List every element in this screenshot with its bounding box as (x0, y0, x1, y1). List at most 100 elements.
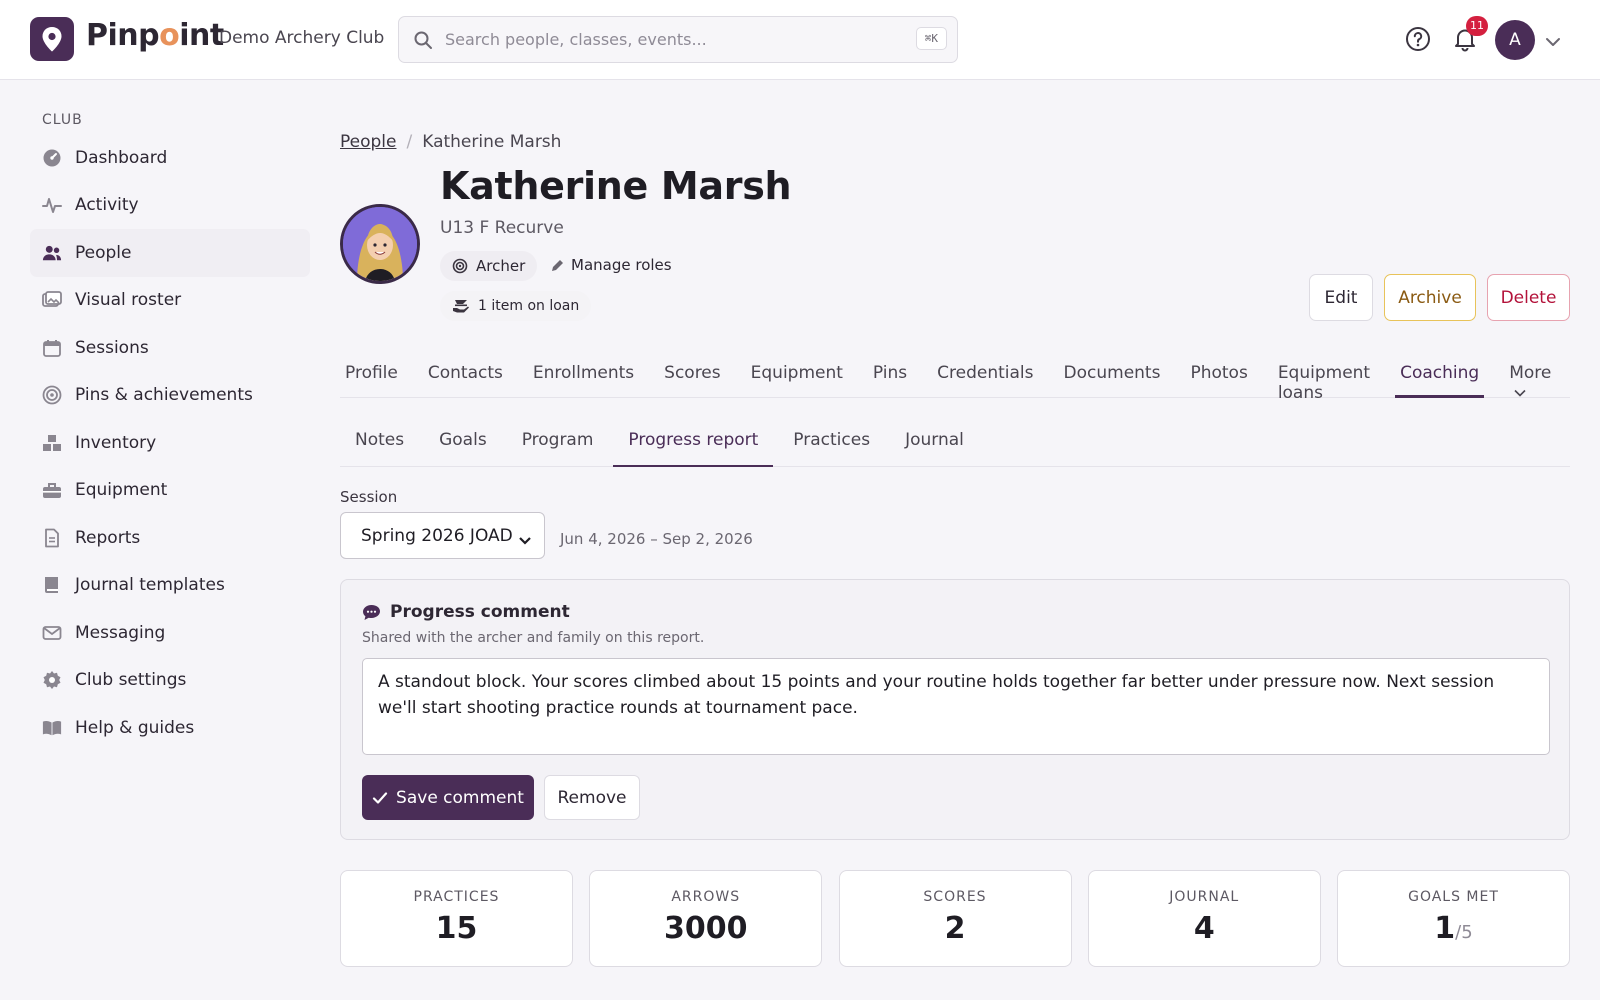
profile-tabs: Profile Contacts Enrollments Scores Equi… (340, 352, 1570, 403)
sidebar-item-inventory[interactable]: Inventory (30, 419, 310, 467)
sidebar-item-journal-templates[interactable]: Journal templates (30, 562, 310, 610)
sidebar-item-label: People (75, 242, 132, 263)
chevron-down-icon (1513, 383, 1527, 403)
equipment-loan-chip[interactable]: 1 item on loan (440, 291, 592, 321)
subtab-progress-report[interactable]: Progress report (613, 418, 774, 467)
club-name[interactable]: Demo Archery Club (219, 28, 384, 48)
delete-button[interactable]: Delete (1487, 274, 1570, 321)
sidebar-item-messaging[interactable]: Messaging (30, 609, 310, 657)
chevron-down-icon (518, 531, 532, 551)
session-label: Session (340, 488, 398, 506)
mail-icon (42, 623, 62, 643)
user-avatar[interactable]: A (1495, 20, 1535, 60)
sidebar-item-label: Help & guides (75, 717, 195, 738)
stat-value: 3000 (664, 911, 748, 946)
tab-photos[interactable]: Photos (1185, 352, 1252, 398)
comment-title: Progress comment (362, 602, 570, 622)
sidebar-item-reports[interactable]: Reports (30, 514, 310, 562)
stat-card-scores[interactable]: SCORES 2 (838, 870, 1072, 967)
role-chip-label: Archer (476, 257, 526, 275)
sidebar-item-label: Journal templates (75, 575, 225, 596)
inventory-icon (42, 433, 62, 453)
role-chip-archer[interactable]: Archer (440, 251, 538, 281)
stat-card-arrows[interactable]: ARROWS 3000 (589, 870, 823, 967)
comment-title-label: Progress comment (390, 602, 570, 622)
tab-credentials[interactable]: Credentials (932, 352, 1038, 398)
sidebar-item-sessions[interactable]: Sessions (30, 324, 310, 372)
help-icon[interactable] (1405, 26, 1431, 56)
tab-more-label: More (1509, 363, 1552, 383)
breadcrumb-people-link[interactable]: People (340, 132, 396, 152)
subtab-practices[interactable]: Practices (778, 418, 885, 467)
session-dates: Jun 4, 2026 – Sep 2, 2026 (560, 530, 753, 548)
subtab-goals[interactable]: Goals (424, 418, 502, 467)
tab-more[interactable]: More (1504, 352, 1556, 398)
pencil-icon (552, 259, 563, 271)
tab-profile[interactable]: Profile (340, 352, 403, 398)
loan-chip-label: 1 item on loan (478, 298, 580, 314)
sidebar-section-title: CLUB (42, 112, 83, 128)
sidebar-item-label: Inventory (75, 432, 157, 453)
stat-label: ARROWS (671, 889, 741, 905)
sidebar-item-pins-achievements[interactable]: Pins & achievements (30, 372, 310, 420)
stat-card-practices[interactable]: PRACTICES 15 (340, 870, 573, 967)
save-comment-button[interactable]: Save comment (362, 775, 534, 820)
tab-pins[interactable]: Pins (868, 352, 912, 398)
tab-documents[interactable]: Documents (1059, 352, 1166, 398)
top-bar: Pinpoint Demo Archery Club Search people… (0, 0, 1600, 80)
tab-coaching[interactable]: Coaching (1395, 352, 1485, 398)
subtab-program[interactable]: Program (507, 418, 609, 467)
app-logo-text[interactable]: Pinpoint (86, 18, 224, 53)
book-icon (42, 575, 62, 595)
search-shortcut: ⌘K (915, 27, 947, 50)
sidebar-item-dashboard[interactable]: Dashboard (30, 134, 310, 182)
search-placeholder: Search people, classes, events... (445, 30, 707, 49)
manage-roles-label: Manage roles (571, 256, 672, 274)
stat-card-goals-met[interactable]: GOALS MET 1/5 (1337, 870, 1570, 967)
sidebar-item-visual-roster[interactable]: Visual roster (30, 277, 310, 325)
tab-equipment[interactable]: Equipment (746, 352, 848, 398)
stat-label: GOALS MET (1408, 889, 1499, 905)
stat-card-journal[interactable]: JOURNAL 4 (1087, 870, 1321, 967)
remove-comment-button[interactable]: Remove (544, 775, 640, 820)
comment-textarea[interactable]: A standout block. Your scores climbed ab… (362, 658, 1550, 755)
open-book-icon (42, 718, 62, 738)
search-input[interactable]: Search people, classes, events... ⌘K (398, 16, 958, 63)
sidebar-item-label: Pins & achievements (75, 385, 253, 406)
sidebar-item-label: Reports (75, 527, 141, 548)
chat-bubble-icon (363, 604, 380, 620)
logo-icon[interactable] (30, 17, 74, 61)
stat-value: 15 (435, 911, 478, 946)
sidebar-item-label: Club settings (75, 670, 187, 691)
sidebar-item-help-guides[interactable]: Help & guides (30, 704, 310, 752)
sidebar-item-people[interactable]: People (30, 229, 310, 277)
tab-equipment-loans[interactable]: Equipment loans (1273, 352, 1375, 403)
sidebar-item-equipment[interactable]: Equipment (30, 467, 310, 515)
loan-hand-icon (453, 300, 469, 313)
target-icon (452, 258, 468, 274)
sidebar-item-label: Activity (75, 195, 139, 216)
notification-badge: 11 (1466, 16, 1488, 36)
sidebar-item-activity[interactable]: Activity (30, 182, 310, 230)
stat-denominator: /5 (1455, 922, 1473, 943)
sidebar-item-club-settings[interactable]: Club settings (30, 657, 310, 705)
archive-button[interactable]: Archive (1384, 274, 1476, 321)
edit-button[interactable]: Edit (1309, 274, 1373, 321)
session-selected-value: Spring 2026 JOAD (361, 525, 513, 546)
avatar[interactable] (340, 204, 420, 284)
subtab-notes[interactable]: Notes (340, 418, 419, 467)
dashboard-icon (42, 148, 62, 168)
sidebar: CLUB Dashboard Activity People Visual ro… (30, 100, 310, 752)
manage-roles-button[interactable]: Manage roles (550, 256, 672, 274)
tab-enrollments[interactable]: Enrollments (528, 352, 639, 398)
tab-scores[interactable]: Scores (659, 352, 725, 398)
chevron-down-icon[interactable] (1545, 33, 1561, 52)
gear-icon (42, 670, 62, 690)
roster-icon (42, 290, 62, 310)
comment-hint: Shared with the archer and family on thi… (362, 630, 705, 646)
stat-label: PRACTICES (413, 889, 500, 905)
coaching-subtabs: Notes Goals Program Progress report Prac… (340, 418, 1570, 467)
tab-contacts[interactable]: Contacts (423, 352, 508, 398)
session-select[interactable]: Spring 2026 JOAD (340, 512, 545, 559)
subtab-journal[interactable]: Journal (890, 418, 979, 467)
